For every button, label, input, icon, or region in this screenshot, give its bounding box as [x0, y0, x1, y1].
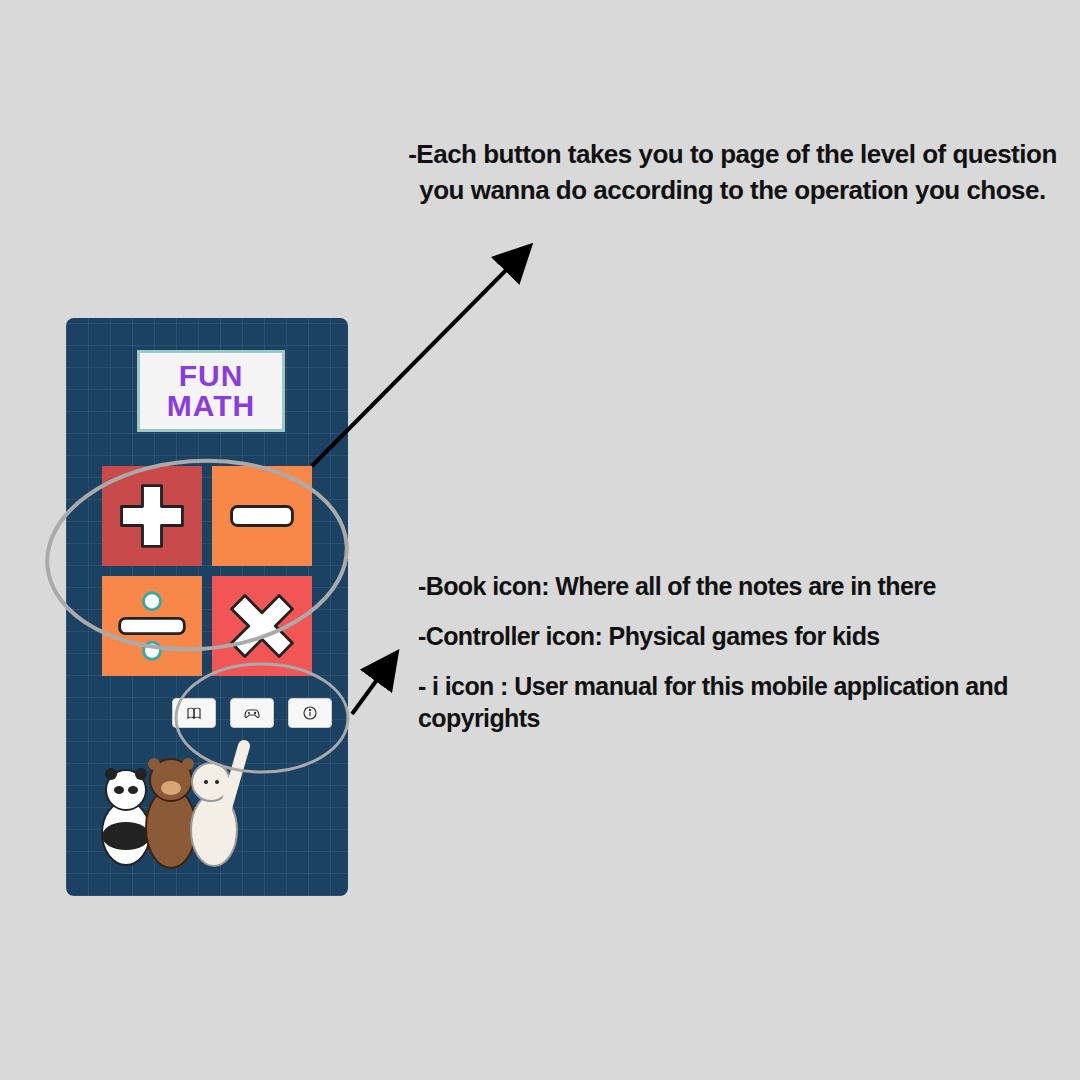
operation-button[interactable]: [212, 576, 312, 676]
toolbar-button[interactable]: [288, 698, 332, 728]
ice-bear: [191, 746, 244, 866]
logo-text: FUN: [179, 361, 244, 391]
logo: FUNMATH: [137, 350, 285, 432]
divide-icon: [114, 588, 190, 664]
book-icon: [186, 705, 202, 721]
operations-note: -Each button takes you to page of the le…: [395, 136, 1070, 208]
operation-button[interactable]: [212, 466, 312, 566]
multiply-icon: [224, 588, 300, 664]
toolbar-note: -Book icon: Where all of the notes are i…: [418, 570, 1070, 602]
highlight-ellipse: [176, 664, 348, 772]
grizzly-bear: [146, 758, 196, 868]
phone-screen: FUNMATH: [66, 318, 348, 896]
highlight-ellipse: [41, 451, 353, 659]
plus-icon: [114, 478, 190, 554]
toolbar-note: -Controller icon: Physical games for kid…: [418, 620, 1070, 652]
toolbar-button[interactable]: [230, 698, 274, 728]
operation-button[interactable]: [102, 466, 202, 566]
arrow: [312, 254, 522, 466]
panda-bear: [102, 768, 150, 865]
operation-button[interactable]: [102, 576, 202, 676]
toolbar: [172, 698, 332, 728]
info-icon: [302, 705, 318, 721]
slide: FUNMATH -Each button takes you to page of…: [0, 0, 1080, 1080]
minus-icon: [224, 478, 300, 554]
toolbar-button[interactable]: [172, 698, 216, 728]
arrow: [352, 662, 390, 714]
toolbar-notes: -Book icon: Where all of the notes are i…: [418, 570, 1070, 734]
operation-grid: [102, 466, 312, 676]
logo-text: MATH: [167, 391, 255, 421]
toolbar-note: - i icon : User manual for this mobile a…: [418, 670, 1070, 734]
bears-illustration: [86, 738, 266, 878]
controller-icon: [244, 705, 260, 721]
